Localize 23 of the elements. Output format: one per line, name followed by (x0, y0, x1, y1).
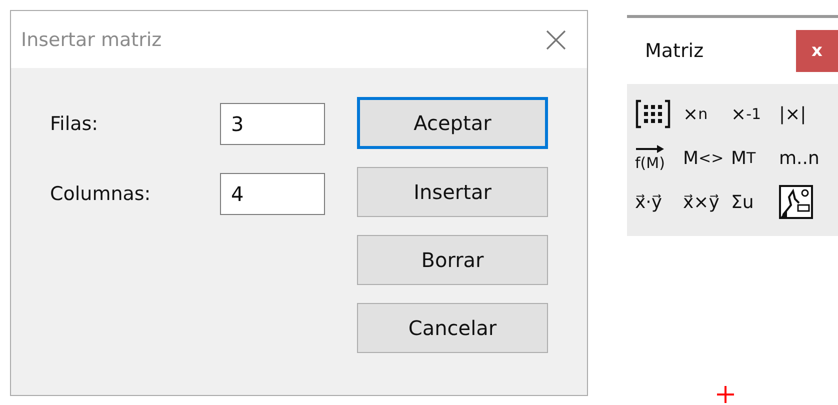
dialog-button[interactable]: Aceptar (357, 97, 548, 149)
toolbar-button[interactable]: Σu (731, 192, 754, 212)
crosshair-icon (717, 386, 734, 403)
dialog-button[interactable]: Borrar (357, 235, 548, 285)
field-label: Filas: (50, 113, 100, 135)
close-button[interactable]: x (796, 30, 838, 72)
window-title: Insertar matriz (21, 28, 162, 50)
dialog-button[interactable]: Cancelar (357, 303, 548, 353)
arrow-icon (635, 144, 665, 154)
picture-icon[interactable] (779, 185, 813, 219)
matrix-icon[interactable] (635, 99, 671, 129)
toolbar-button[interactable]: m..n (779, 148, 820, 168)
input-field[interactable]: 3 (220, 103, 325, 145)
toolbar-button[interactable]: |×| (779, 104, 806, 124)
palette-title: Matriz (645, 40, 704, 62)
field-label: Columnas: (50, 183, 152, 205)
toolbar-button[interactable]: x⃗·y⃗ (635, 192, 662, 212)
toolbar-button[interactable]: x⃗×y⃗ (683, 192, 720, 212)
toolbar-button[interactable]: f(M) (635, 144, 665, 172)
tool-label: f(M) (635, 154, 665, 172)
close-icon[interactable] (545, 28, 567, 50)
dialog-button[interactable]: Insertar (357, 167, 548, 217)
input-field[interactable]: 4 (220, 173, 325, 215)
